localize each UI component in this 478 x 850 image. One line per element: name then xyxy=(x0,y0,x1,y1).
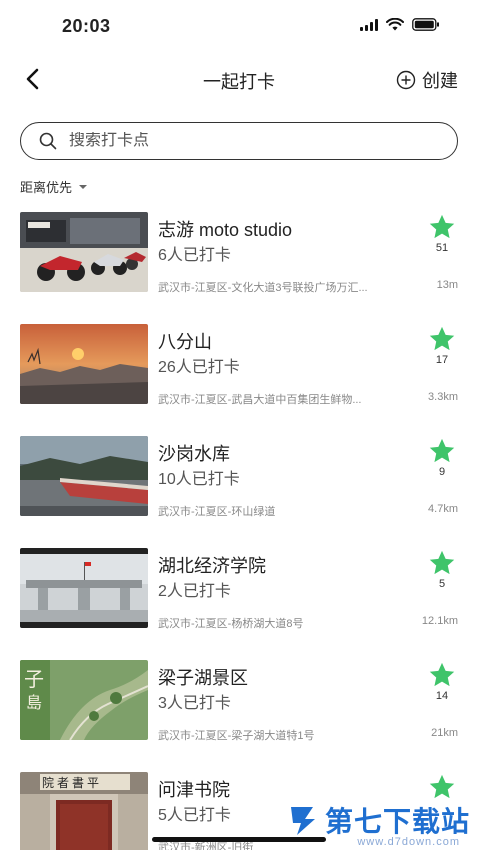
create-button[interactable]: 创建 xyxy=(396,67,458,93)
place-thumbnail xyxy=(20,212,148,292)
place-address: 武汉市-江夏区-杨桥湖大道8号 xyxy=(158,618,304,630)
place-address: 武汉市-江夏区-武昌大道中百集团生鲜物... xyxy=(158,394,362,406)
watermark-url: www.d7down.com xyxy=(357,836,460,848)
place-thumbnail: 院 者 書 平 xyxy=(20,772,148,850)
checkin-count: 10人已打卡 xyxy=(158,471,240,488)
star-icon[interactable] xyxy=(428,214,456,240)
place-name: 问津书院 xyxy=(158,780,230,800)
watermark-text: 第七下载站 xyxy=(324,806,470,837)
star-icon[interactable] xyxy=(428,326,456,352)
sort-dropdown[interactable]: 距离优先 xyxy=(20,177,88,196)
list-item[interactable]: 子 島 梁子湖景区 3人已打卡 武汉市-江夏区-梁子湖大道特1号 21km 14 xyxy=(0,660,478,772)
search-input[interactable] xyxy=(69,132,409,150)
place-name: 沙岗水库 xyxy=(158,444,230,464)
search-box[interactable] xyxy=(20,122,458,160)
checkin-count: 5人已打卡 xyxy=(158,807,231,824)
star-icon[interactable] xyxy=(428,438,456,464)
place-name: 梁子湖景区 xyxy=(158,668,248,688)
place-address: 武汉市-江夏区-文化大道3号联投广场万汇... xyxy=(158,282,368,294)
place-thumbnail xyxy=(20,324,148,404)
place-distance: 21km xyxy=(431,727,458,739)
svg-text:子: 子 xyxy=(24,669,44,691)
checkin-count: 6人已打卡 xyxy=(158,247,231,264)
place-thumbnail: 子 島 xyxy=(20,660,148,740)
checkin-count: 3人已打卡 xyxy=(158,695,231,712)
place-thumbnail xyxy=(20,548,148,628)
watermark: 第七下载站 xyxy=(287,800,470,840)
sort-label: 距离优先 xyxy=(20,180,73,195)
place-distance: 12.1km xyxy=(421,615,458,627)
list-item[interactable]: 沙岗水库 10人已打卡 武汉市-江夏区-环山绿道 4.7km 9 xyxy=(0,436,478,548)
create-label: 创建 xyxy=(422,71,458,91)
checkin-list: 志游 moto studio 6人已打卡 武汉市-江夏区-文化大道3号联投广场万… xyxy=(0,212,478,850)
place-distance: 13m xyxy=(436,279,458,291)
wifi-icon xyxy=(386,18,404,31)
signal-icon xyxy=(360,18,378,31)
plus-circle-icon xyxy=(396,70,416,90)
status-bar: 20:03 xyxy=(0,0,478,50)
checkin-count: 26人已打卡 xyxy=(158,359,240,376)
status-icons xyxy=(360,18,440,31)
list-item[interactable]: 志游 moto studio 6人已打卡 武汉市-江夏区-文化大道3号联投广场万… xyxy=(0,212,478,324)
place-address: 武汉市-江夏区-梁子湖大道特1号 xyxy=(158,730,315,742)
home-indicator[interactable] xyxy=(152,837,326,842)
battery-icon xyxy=(412,18,439,31)
place-distance: 3.3km xyxy=(428,391,458,403)
checkin-count: 2人已打卡 xyxy=(158,583,231,600)
star-count: 17 xyxy=(435,354,449,366)
star-icon[interactable] xyxy=(428,662,456,688)
place-name: 志游 moto studio xyxy=(158,220,293,240)
search-icon xyxy=(39,132,57,150)
place-name: 八分山 xyxy=(158,332,212,352)
list-item[interactable]: 湖北经济学院 2人已打卡 武汉市-江夏区-杨桥湖大道8号 12.1km 5 xyxy=(0,548,478,660)
star-count: 51 xyxy=(435,242,449,254)
nav-bar: 一起打卡 创建 xyxy=(0,56,478,102)
status-time: 20:03 xyxy=(62,16,111,36)
place-address: 武汉市-江夏区-环山绿道 xyxy=(158,506,276,518)
list-item[interactable]: 八分山 26人已打卡 武汉市-江夏区-武昌大道中百集团生鲜物... 3.3km … xyxy=(0,324,478,436)
star-icon[interactable] xyxy=(428,550,456,576)
star-count: 5 xyxy=(438,578,446,590)
star-count: 9 xyxy=(438,466,446,478)
watermark-logo-icon xyxy=(290,807,315,835)
svg-text:院 者 書 平: 院 者 書 平 xyxy=(42,776,99,790)
svg-text:島: 島 xyxy=(26,694,42,712)
place-thumbnail xyxy=(20,436,148,516)
place-distance: 4.7km xyxy=(428,503,458,515)
place-name: 湖北经济学院 xyxy=(158,556,266,576)
caret-down-icon xyxy=(79,184,88,189)
star-count: 14 xyxy=(435,690,449,702)
star-icon[interactable] xyxy=(428,774,456,800)
